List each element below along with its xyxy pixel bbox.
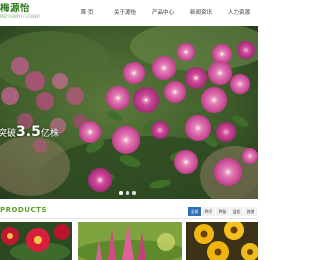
tab-potted[interactable]: 盆花	[230, 207, 243, 216]
slider-dots	[119, 191, 136, 195]
slider-dot[interactable]	[119, 191, 123, 195]
caption-prefix: 突破	[0, 129, 17, 139]
nav-item-home[interactable]: 首 页	[68, 0, 106, 26]
logo-subtitle: MEIYUANYI FLOWER	[0, 14, 40, 19]
nav-item-news[interactable]: 新闻资讯	[182, 0, 220, 26]
nav-item-products[interactable]: 产品中心	[144, 0, 182, 26]
tab-seeds[interactable]: 种子	[202, 207, 215, 216]
slider-dot[interactable]	[125, 191, 129, 195]
section-divider	[0, 218, 258, 219]
tab-other[interactable]: 其他	[244, 207, 257, 216]
banner-caption: 突破3.5亿株	[0, 124, 59, 140]
tab-all[interactable]: 全部	[188, 207, 201, 216]
product-image	[78, 222, 182, 260]
logo-title: 梅源怡	[0, 3, 31, 14]
product-image	[186, 222, 258, 260]
product-thumb-red-flower[interactable]	[0, 222, 72, 260]
site-logo[interactable]: 梅源怡 MEIYUANYI FLOWER	[0, 3, 40, 23]
product-image	[0, 222, 72, 260]
product-thumb-pink-astilbe[interactable]	[78, 222, 182, 260]
site-header: 梅源怡 MEIYUANYI FLOWER 首 页 关于源怡 产品中心 新闻资讯 …	[0, 0, 258, 26]
nav-item-hr[interactable]: 人力资源	[220, 0, 258, 26]
hero-banner[interactable]: 突破3.5亿株	[0, 26, 258, 199]
products-title: PRODUCTS	[0, 206, 47, 214]
caption-number: 3.5	[16, 124, 41, 140]
banner-image	[0, 26, 258, 199]
slider-dot[interactable]	[132, 191, 136, 195]
tab-seedlings[interactable]: 种苗	[216, 207, 229, 216]
caption-suffix: 亿株	[40, 129, 59, 139]
nav-item-about[interactable]: 关于源怡	[106, 0, 144, 26]
product-category-tabs: 全部 种子 种苗 盆花 其他	[188, 207, 257, 216]
main-nav: 首 页 关于源怡 产品中心 新闻资讯 人力资源	[68, 0, 258, 26]
product-thumb-yellow-daisy[interactable]	[186, 222, 258, 260]
